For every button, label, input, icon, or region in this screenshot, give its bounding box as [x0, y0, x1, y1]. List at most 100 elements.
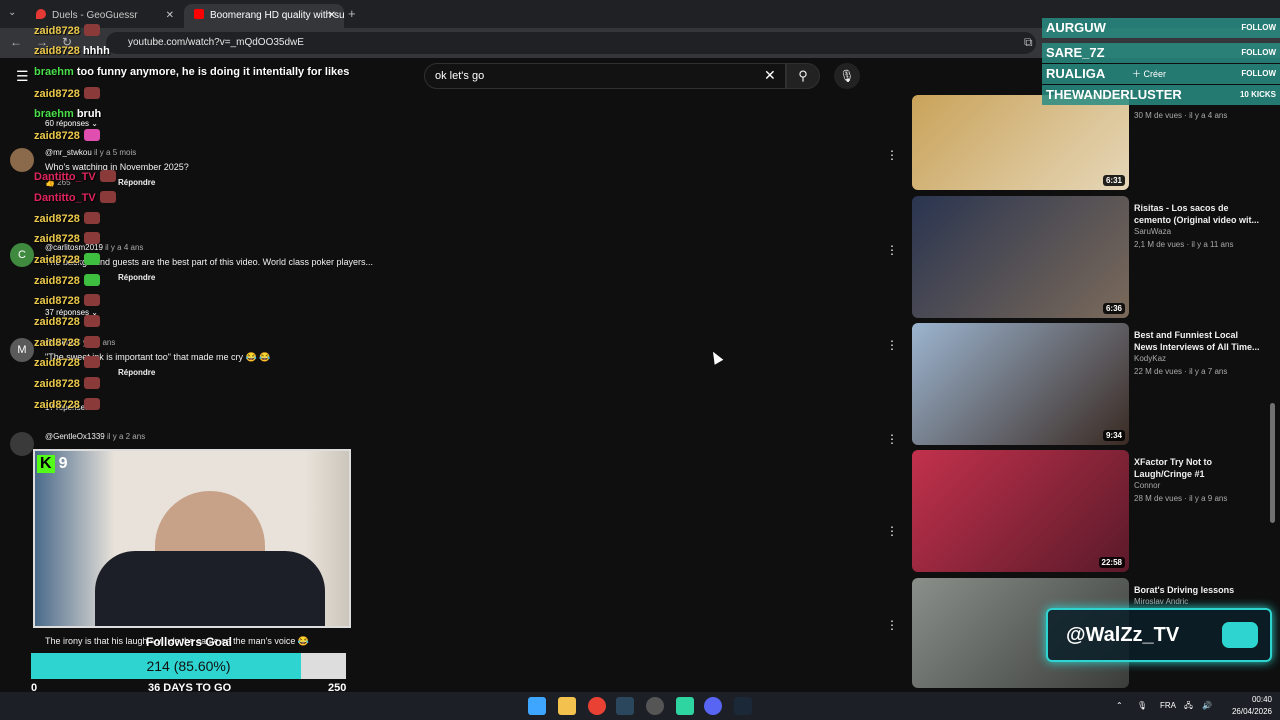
video-thumbnail[interactable]: 9:34 [912, 323, 1129, 445]
video-title[interactable]: Best and Funniest Local News Interviews … [1134, 329, 1262, 353]
video-meta: 30 M de vues · il y a 4 ans [1134, 111, 1228, 120]
install-icon[interactable]: ⧉ [1024, 35, 1033, 50]
chat-message: zaid8728 [34, 232, 100, 245]
reply-button[interactable]: Répondre [118, 178, 155, 187]
chat-message: Dantitto_TV [34, 191, 116, 204]
microphone-icon[interactable]: 🎙 [1137, 692, 1147, 720]
recommended-video[interactable]: 6:36 Risitas - Los sacos de cemento (Ori… [912, 196, 1272, 318]
recommended-video[interactable]: 9:34 Best and Funniest Local News Interv… [912, 323, 1272, 445]
chat-message: zaid8728 [34, 24, 100, 37]
avatar[interactable] [10, 148, 34, 172]
chat-message: zaid8728 [34, 377, 100, 390]
search-input[interactable]: ok let's go [424, 63, 786, 89]
close-icon[interactable]: ✕ [328, 4, 336, 28]
chat-message: zaid8728 [34, 87, 100, 100]
video-channel[interactable]: Miroslav Andric [1134, 597, 1188, 606]
voice-search-button[interactable]: 🎙 [834, 63, 860, 89]
tab-list-icon[interactable]: ⌄ [8, 7, 16, 18]
comment: @mr_stwkou il y a 5 mois Who's watching … [10, 148, 898, 188]
video-thumbnail[interactable]: 22:58 [912, 450, 1129, 572]
discord-icon[interactable] [704, 697, 722, 715]
language-indicator[interactable]: FRA [1160, 692, 1176, 720]
video-thumbnail[interactable]: 6:36 [912, 196, 1129, 318]
video-title[interactable]: Risitas - Los sacos de cemento (Original… [1134, 202, 1262, 226]
chat-message: zaid8728 [34, 315, 100, 328]
url-text: youtube.com/watch?v=_mQdOO35dwE [128, 37, 304, 48]
more-options-icon[interactable]: ⋮ [886, 338, 898, 352]
emote-icon [83, 87, 100, 99]
search-button[interactable]: ⚲ [786, 63, 820, 89]
back-icon[interactable]: ← [10, 35, 22, 49]
more-options-icon[interactable]: ⋮ [886, 148, 898, 162]
address-bar[interactable]: youtube.com/watch?v=_mQdOO35dwE [106, 32, 1036, 54]
chat-user: braehm [34, 66, 74, 78]
comment-author-name: @mr_stwkou [45, 148, 92, 157]
video-title[interactable]: XFactor Try Not to Laugh/Cringe #1 [1134, 456, 1262, 480]
avatar[interactable] [10, 432, 34, 456]
kick-event: THEWANDERLUSTER 10 KICKS [1042, 85, 1280, 105]
more-options-icon[interactable]: ⋮ [886, 618, 898, 632]
video-thumbnail[interactable]: 6:31 [912, 95, 1129, 190]
steam-icon[interactable] [734, 697, 752, 715]
video-duration: 6:36 [1102, 303, 1125, 314]
chat-message: zaid8728 [34, 274, 100, 287]
file-explorer-icon[interactable] [558, 697, 576, 715]
followers-goal-value: 214 (85.60%) [146, 658, 231, 674]
clear-search-icon[interactable]: ✕ [764, 67, 776, 84]
recommended-video[interactable]: 22:58 XFactor Try Not to Laugh/Cringe #1… [912, 450, 1272, 572]
kick-event-tag: FOLLOW [1241, 69, 1276, 78]
comment-author[interactable]: @GentleOx1339 il y a 2 ans [45, 432, 145, 441]
steam-icon[interactable] [616, 697, 634, 715]
comment-author-name: @GentleOx1339 [45, 432, 105, 441]
kick-viewers-count: 9 [58, 455, 68, 472]
tab-youtube[interactable]: Boomerang HD quality with su ✕ [184, 4, 344, 28]
windows-start-icon[interactable] [528, 697, 546, 715]
emote-icon [83, 377, 100, 389]
network-icon[interactable]: 🖧 [1184, 692, 1193, 720]
screen: ⌄ Duels - GeoGuessr ✕ Boomerang HD quali… [0, 0, 1280, 720]
comment: M @userfk il y a 3 ans "The sweet ink is… [10, 338, 898, 378]
menu-icon[interactable]: ☰ [16, 68, 29, 85]
plus-icon: ＋ [1132, 69, 1142, 79]
new-tab-icon[interactable]: + [348, 6, 356, 21]
create-button[interactable]: ＋ Créer [1132, 64, 1166, 84]
scrollbar-thumb[interactable] [1270, 403, 1275, 523]
more-options-icon[interactable]: ⋮ [886, 243, 898, 257]
reply-button[interactable]: Répondre [118, 273, 155, 282]
emote-icon [83, 315, 100, 327]
kick-event: AURGUW FOLLOW [1042, 18, 1280, 38]
chrome-icon[interactable] [588, 697, 606, 715]
followers-goal-title: Followers Goal [146, 635, 233, 649]
app-icon[interactable] [676, 697, 694, 715]
video-channel[interactable]: Connor [1134, 481, 1160, 490]
kick-event: SARE_7Z FOLLOW [1042, 43, 1280, 63]
reply-button[interactable]: Répondre [118, 368, 155, 377]
comment-author[interactable]: @mr_stwkou il y a 5 mois [45, 148, 136, 157]
clock[interactable]: 00:40 26/04/2026 [1222, 694, 1272, 718]
chat-message: braehm too funny anymore, he is doing it… [34, 66, 349, 78]
chat-user: zaid8728 [34, 378, 80, 390]
video-channel[interactable]: KodyKaz [1134, 354, 1166, 363]
close-icon[interactable]: ✕ [166, 4, 174, 28]
kick-event-name: THEWANDERLUSTER [1046, 87, 1182, 102]
chat-message: zaid8728 hhhh [34, 45, 110, 57]
chat-user: zaid8728 [34, 337, 80, 349]
more-options-icon[interactable]: ⋮ [886, 524, 898, 538]
avatar[interactable]: M [10, 338, 34, 362]
video-channel[interactable]: SaruWaza [1134, 227, 1171, 236]
chevron-down-icon: ⌄ [91, 119, 98, 128]
more-options-icon[interactable]: ⋮ [886, 432, 898, 446]
chat-user: zaid8728 [34, 45, 80, 57]
avatar[interactable]: C [10, 243, 34, 267]
search-value: ok let's go [435, 70, 485, 82]
replies-toggle[interactable]: 60 réponses ⌄ [45, 119, 98, 128]
emote-icon [83, 24, 100, 36]
video-title[interactable]: Borat's Driving lessons [1134, 584, 1262, 596]
chat-user: zaid8728 [34, 357, 80, 369]
emote-icon [83, 356, 100, 368]
tray-chevron-icon[interactable]: ⌃ [1116, 692, 1123, 720]
obs-icon[interactable] [646, 697, 664, 715]
kick-event: RUALIGA ＋ Créer FOLLOW [1042, 64, 1280, 84]
recommended-video[interactable]: 6:31 30 M de vues · il y a 4 ans [912, 95, 1272, 190]
volume-icon[interactable]: 🔊 [1202, 692, 1212, 720]
